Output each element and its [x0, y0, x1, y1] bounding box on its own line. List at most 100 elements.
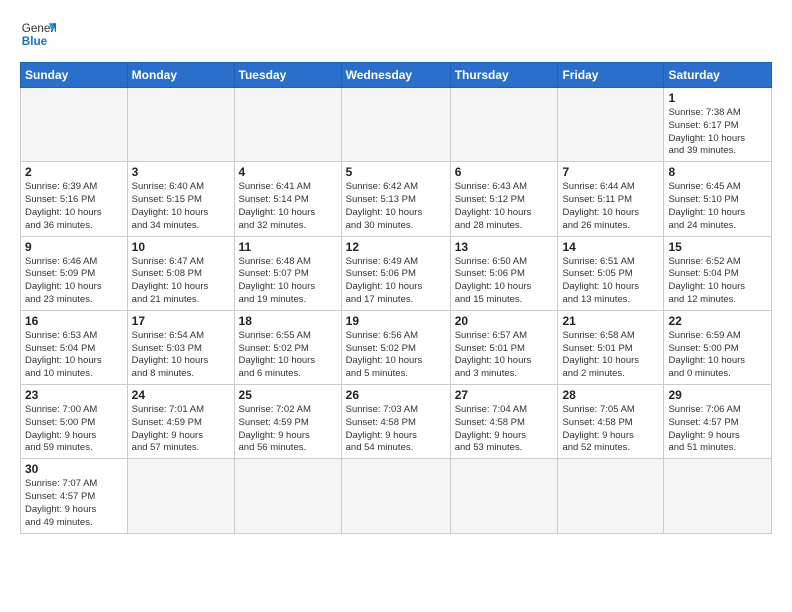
- calendar-day-cell: 5Sunrise: 6:42 AM Sunset: 5:13 PM Daylig…: [341, 162, 450, 236]
- calendar-day-cell: 13Sunrise: 6:50 AM Sunset: 5:06 PM Dayli…: [450, 236, 558, 310]
- day-info: Sunrise: 6:52 AM Sunset: 5:04 PM Dayligh…: [668, 256, 767, 307]
- col-wednesday: Wednesday: [341, 63, 450, 88]
- day-info: Sunrise: 7:00 AM Sunset: 5:00 PM Dayligh…: [25, 404, 123, 455]
- day-number: 21: [562, 314, 659, 328]
- day-number: 26: [346, 388, 446, 402]
- calendar-day-cell: [234, 459, 341, 533]
- col-friday: Friday: [558, 63, 664, 88]
- day-info: Sunrise: 6:41 AM Sunset: 5:14 PM Dayligh…: [239, 181, 337, 232]
- day-info: Sunrise: 7:04 AM Sunset: 4:58 PM Dayligh…: [455, 404, 554, 455]
- day-info: Sunrise: 6:47 AM Sunset: 5:08 PM Dayligh…: [132, 256, 230, 307]
- day-info: Sunrise: 6:39 AM Sunset: 5:16 PM Dayligh…: [25, 181, 123, 232]
- day-info: Sunrise: 6:43 AM Sunset: 5:12 PM Dayligh…: [455, 181, 554, 232]
- day-number: 11: [239, 240, 337, 254]
- day-info: Sunrise: 7:07 AM Sunset: 4:57 PM Dayligh…: [25, 478, 123, 529]
- day-number: 20: [455, 314, 554, 328]
- page-header: General Blue: [20, 16, 772, 52]
- calendar-day-cell: [341, 459, 450, 533]
- calendar-day-cell: 28Sunrise: 7:05 AM Sunset: 4:58 PM Dayli…: [558, 385, 664, 459]
- day-info: Sunrise: 6:49 AM Sunset: 5:06 PM Dayligh…: [346, 256, 446, 307]
- day-info: Sunrise: 7:01 AM Sunset: 4:59 PM Dayligh…: [132, 404, 230, 455]
- day-number: 28: [562, 388, 659, 402]
- calendar-day-cell: 7 Sunrise: 6:44 AM Sunset: 5:11 PM Daylig…: [558, 162, 664, 236]
- col-thursday: Thursday: [450, 63, 558, 88]
- day-info: Sunrise: 6:54 AM Sunset: 5:03 PM Dayligh…: [132, 330, 230, 381]
- day-number: 14: [562, 240, 659, 254]
- generalblue-logo-icon: General Blue: [20, 16, 56, 52]
- calendar-week-row: 1 Sunrise: 7:38 AM Sunset: 6:17 PM Daylig…: [21, 88, 772, 162]
- calendar-day-cell: [127, 88, 234, 162]
- calendar-day-cell: [234, 88, 341, 162]
- day-info: Sunrise: 7:02 AM Sunset: 4:59 PM Dayligh…: [239, 404, 337, 455]
- calendar-page: General Blue Sunday Monday Tuesday Wedne…: [0, 0, 792, 612]
- calendar-table: Sunday Monday Tuesday Wednesday Thursday…: [20, 62, 772, 534]
- calendar-day-cell: 30 Sunrise: 7:07 AM Sunset: 4:57 PM Dayli…: [21, 459, 128, 533]
- calendar-day-cell: [450, 459, 558, 533]
- day-info: Sunrise: 6:57 AM Sunset: 5:01 PM Dayligh…: [455, 330, 554, 381]
- calendar-day-cell: 20 Sunrise: 6:57 AM Sunset: 5:01 PM Dayli…: [450, 310, 558, 384]
- calendar-day-cell: 18 Sunrise: 6:55 AM Sunset: 5:02 PM Dayli…: [234, 310, 341, 384]
- day-number: 16: [25, 314, 123, 328]
- day-info: Sunrise: 6:45 AM Sunset: 5:10 PM Dayligh…: [668, 181, 767, 232]
- calendar-day-cell: [127, 459, 234, 533]
- calendar-week-row: 30 Sunrise: 7:07 AM Sunset: 4:57 PM Dayli…: [21, 459, 772, 533]
- calendar-day-cell: 12 Sunrise: 6:49 AM Sunset: 5:06 PM Dayli…: [341, 236, 450, 310]
- svg-text:Blue: Blue: [22, 35, 48, 48]
- day-number: 6: [455, 165, 554, 179]
- day-info: Sunrise: 6:58 AM Sunset: 5:01 PM Dayligh…: [562, 330, 659, 381]
- col-tuesday: Tuesday: [234, 63, 341, 88]
- day-number: 10: [132, 240, 230, 254]
- day-number: 12: [346, 240, 446, 254]
- day-number: 24: [132, 388, 230, 402]
- calendar-week-row: 23 Sunrise: 7:00 AM Sunset: 5:00 PM Dayli…: [21, 385, 772, 459]
- calendar-day-cell: [450, 88, 558, 162]
- day-number: 19: [346, 314, 446, 328]
- day-number: 15: [668, 240, 767, 254]
- day-info: Sunrise: 7:03 AM Sunset: 4:58 PM Dayligh…: [346, 404, 446, 455]
- col-saturday: Saturday: [664, 63, 772, 88]
- day-number: 13: [455, 240, 554, 254]
- calendar-day-cell: 9Sunrise: 6:46 AM Sunset: 5:09 PM Daylig…: [21, 236, 128, 310]
- day-number: 4: [239, 165, 337, 179]
- col-sunday: Sunday: [21, 63, 128, 88]
- day-info: Sunrise: 6:59 AM Sunset: 5:00 PM Dayligh…: [668, 330, 767, 381]
- calendar-day-cell: 1 Sunrise: 7:38 AM Sunset: 6:17 PM Daylig…: [664, 88, 772, 162]
- day-info: Sunrise: 6:48 AM Sunset: 5:07 PM Dayligh…: [239, 256, 337, 307]
- day-number: 22: [668, 314, 767, 328]
- day-number: 30: [25, 462, 123, 476]
- calendar-day-cell: 26 Sunrise: 7:03 AM Sunset: 4:58 PM Dayli…: [341, 385, 450, 459]
- day-info: Sunrise: 6:55 AM Sunset: 5:02 PM Dayligh…: [239, 330, 337, 381]
- day-number: 18: [239, 314, 337, 328]
- calendar-week-row: 2 Sunrise: 6:39 AM Sunset: 5:16 PM Daylig…: [21, 162, 772, 236]
- calendar-day-cell: 8 Sunrise: 6:45 AM Sunset: 5:10 PM Daylig…: [664, 162, 772, 236]
- day-info: Sunrise: 7:38 AM Sunset: 6:17 PM Dayligh…: [668, 107, 767, 158]
- day-number: 8: [668, 165, 767, 179]
- day-info: Sunrise: 6:44 AM Sunset: 5:11 PM Dayligh…: [562, 181, 659, 232]
- calendar-day-cell: 21 Sunrise: 6:58 AM Sunset: 5:01 PM Dayli…: [558, 310, 664, 384]
- calendar-day-cell: 27 Sunrise: 7:04 AM Sunset: 4:58 PM Dayli…: [450, 385, 558, 459]
- day-number: 3: [132, 165, 230, 179]
- calendar-day-cell: 3Sunrise: 6:40 AM Sunset: 5:15 PM Daylig…: [127, 162, 234, 236]
- day-info: Sunrise: 6:46 AM Sunset: 5:09 PM Dayligh…: [25, 256, 123, 307]
- day-number: 5: [346, 165, 446, 179]
- calendar-week-row: 16Sunrise: 6:53 AM Sunset: 5:04 PM Dayli…: [21, 310, 772, 384]
- day-number: 23: [25, 388, 123, 402]
- day-info: Sunrise: 6:51 AM Sunset: 5:05 PM Dayligh…: [562, 256, 659, 307]
- logo: General Blue: [20, 16, 56, 52]
- calendar-day-cell: [558, 459, 664, 533]
- day-number: 25: [239, 388, 337, 402]
- day-info: Sunrise: 7:06 AM Sunset: 4:57 PM Dayligh…: [668, 404, 767, 455]
- day-number: 27: [455, 388, 554, 402]
- day-number: 7: [562, 165, 659, 179]
- calendar-day-cell: 4 Sunrise: 6:41 AM Sunset: 5:14 PM Daylig…: [234, 162, 341, 236]
- day-number: 1: [668, 91, 767, 105]
- calendar-day-cell: 10 Sunrise: 6:47 AM Sunset: 5:08 PM Dayli…: [127, 236, 234, 310]
- col-monday: Monday: [127, 63, 234, 88]
- day-info: Sunrise: 6:56 AM Sunset: 5:02 PM Dayligh…: [346, 330, 446, 381]
- calendar-day-cell: [664, 459, 772, 533]
- day-number: 2: [25, 165, 123, 179]
- calendar-day-cell: 24 Sunrise: 7:01 AM Sunset: 4:59 PM Dayli…: [127, 385, 234, 459]
- calendar-header-row: Sunday Monday Tuesday Wednesday Thursday…: [21, 63, 772, 88]
- calendar-day-cell: 14 Sunrise: 6:51 AM Sunset: 5:05 PM Dayli…: [558, 236, 664, 310]
- calendar-day-cell: 19 Sunrise: 6:56 AM Sunset: 5:02 PM Dayli…: [341, 310, 450, 384]
